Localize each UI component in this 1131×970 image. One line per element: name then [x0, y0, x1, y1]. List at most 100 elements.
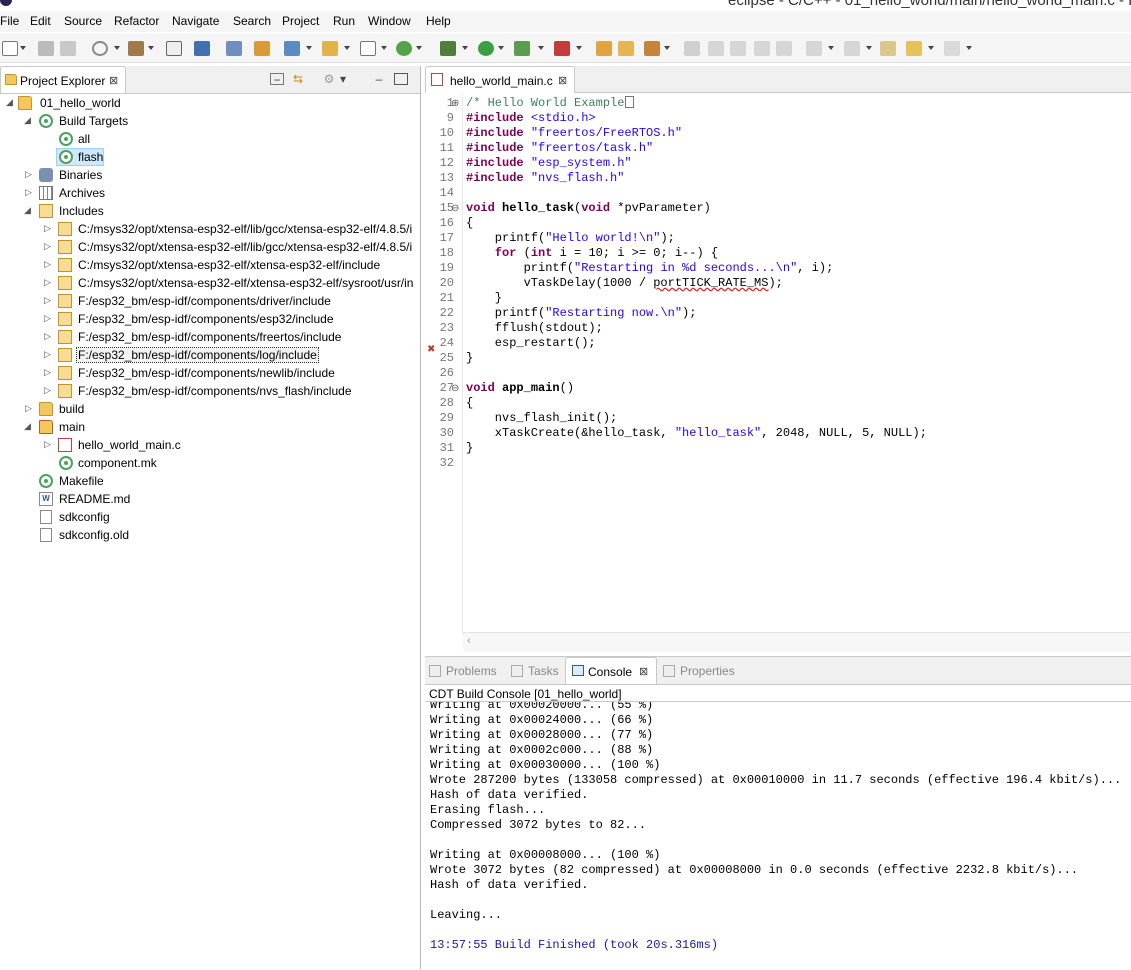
next-annotation-icon[interactable] [806, 41, 822, 56]
code-line[interactable]: void app_main() [466, 381, 574, 395]
code-line[interactable]: #include <stdio.h> [466, 111, 596, 125]
collapsed-arrow-icon[interactable]: ▷ [44, 313, 52, 324]
collapse-all-icon[interactable]: − [270, 73, 284, 86]
collapsed-arrow-icon[interactable]: ▷ [44, 259, 52, 270]
code-line[interactable]: #include "freertos/task.h" [466, 141, 653, 155]
close-icon[interactable]: ⊠ [558, 74, 567, 87]
view-menu-dropdown-icon[interactable]: ▾ [336, 73, 350, 85]
view-menu-icon[interactable]: ⚙ [322, 73, 336, 85]
search-dropdown-icon[interactable] [664, 46, 670, 50]
editor-horizontal-scrollbar[interactable]: ‹ [463, 632, 1131, 652]
menu-search[interactable]: Search [233, 14, 271, 28]
profile-icon[interactable] [554, 41, 570, 56]
toggle-mark-icon[interactable] [684, 41, 700, 56]
build-dropdown-icon[interactable] [148, 46, 154, 50]
code-line[interactable]: for (int i = 10; i >= 0; i--) { [466, 246, 718, 260]
collapsed-arrow-icon[interactable]: ▷ [25, 187, 33, 198]
code-line[interactable]: nvs_flash_init(); [466, 411, 617, 425]
editor-text-area[interactable]: 1 9 10 11 12 13 14 15 16 17 18 19 20 21 22 23 24 25 26 27 28… [425, 94, 1131, 634]
run-config-dropdown-icon[interactable] [416, 46, 422, 50]
toggle-highlight-icon[interactable] [708, 41, 724, 56]
new-dropdown-icon[interactable] [20, 46, 26, 50]
settings-dropdown-icon[interactable] [114, 46, 120, 50]
collapsed-arrow-icon[interactable]: ▷ [44, 385, 52, 396]
expanded-arrow-icon[interactable]: ◢ [24, 421, 32, 432]
collapsed-arrow-icon[interactable]: ▷ [44, 241, 52, 252]
run-dropdown-icon[interactable] [498, 46, 504, 50]
prev-annotation-icon[interactable] [844, 41, 860, 56]
menu-file[interactable]: File [0, 14, 19, 28]
forward-dropdown-icon[interactable] [966, 46, 972, 50]
tab-console[interactable]: Console ⊠ [565, 657, 657, 684]
debug-dropdown-icon[interactable] [462, 46, 468, 50]
code-line[interactable]: void hello_task(void *pvParameter) [466, 201, 711, 215]
new-folder-dropdown-icon[interactable] [344, 46, 350, 50]
prev-annotation-dropdown-icon[interactable] [866, 46, 872, 50]
new-source-dropdown-icon[interactable] [381, 46, 387, 50]
back-arrow-icon[interactable] [906, 41, 922, 56]
expanded-arrow-icon[interactable]: ◢ [24, 115, 32, 126]
tab-tasks[interactable]: Tasks [511, 664, 559, 678]
code-line[interactable]: printf("Hello world!\n"); [466, 231, 675, 245]
menu-source[interactable]: Source [64, 14, 102, 28]
menu-window[interactable]: Window [368, 14, 411, 28]
tree-node-target-flash[interactable]: flash [56, 148, 104, 166]
code-line[interactable]: esp_restart(); [466, 336, 596, 350]
link-with-editor-icon[interactable]: ⇆ [291, 73, 305, 85]
code-line[interactable]: } [466, 441, 473, 455]
run-icon[interactable] [478, 41, 494, 56]
tab-project-explorer[interactable]: Project Explorer ⊠ [0, 66, 126, 93]
collapsed-arrow-icon[interactable]: ▷ [44, 295, 52, 306]
code-line[interactable]: vTaskDelay(1000 / portTICK_RATE_MS); [466, 276, 783, 290]
new-folder-icon[interactable] [322, 41, 338, 56]
save-icon[interactable] [38, 41, 54, 56]
folded-comment-icon[interactable] [625, 96, 635, 108]
code-line[interactable]: #include "esp_system.h" [466, 156, 632, 170]
minimize-icon[interactable]: ‒ [372, 73, 386, 85]
expanded-arrow-icon[interactable]: ◢ [6, 97, 14, 108]
settings-icon[interactable] [92, 41, 108, 56]
close-icon[interactable]: ⊠ [639, 665, 648, 678]
fold-minus-icon[interactable]: ⊖ [451, 203, 459, 214]
search-flashlight-icon[interactable] [644, 41, 660, 56]
menu-run[interactable]: Run [333, 14, 355, 28]
code-line[interactable]: printf("Restarting in %d seconds...\n", … [466, 261, 834, 275]
tab-problems[interactable]: Problems [429, 664, 497, 678]
new-class-icon[interactable] [284, 41, 300, 56]
collapsed-arrow-icon[interactable]: ▷ [44, 277, 52, 288]
collapsed-arrow-icon[interactable]: ▷ [44, 331, 52, 342]
scroll-left-icon[interactable]: ‹ [467, 635, 471, 647]
open-type-icon[interactable] [596, 41, 612, 56]
code-line[interactable]: } [466, 351, 473, 365]
collapsed-arrow-icon[interactable]: ▷ [44, 367, 52, 378]
collapsed-arrow-icon[interactable]: ▷ [25, 403, 33, 414]
last-edit-icon[interactable] [880, 41, 896, 56]
debug-icon[interactable] [440, 41, 456, 56]
maximize-icon[interactable] [394, 73, 408, 85]
back-dropdown-icon[interactable] [928, 46, 934, 50]
show-whitespace-icon[interactable] [754, 41, 770, 56]
menu-edit[interactable]: Edit [30, 14, 51, 28]
menu-refactor[interactable]: Refactor [114, 14, 159, 28]
external-tools-dropdown-icon[interactable] [538, 46, 544, 50]
code-line[interactable]: /* Hello World Example [466, 96, 635, 110]
save-all-icon[interactable] [60, 41, 76, 56]
code-line[interactable]: { [466, 216, 473, 230]
close-icon[interactable]: ⊠ [109, 74, 118, 87]
tab-properties[interactable]: Properties [663, 664, 735, 678]
menu-help[interactable]: Help [426, 14, 451, 28]
build-hammer-icon[interactable] [128, 41, 144, 56]
collapsed-arrow-icon[interactable]: ▷ [44, 439, 52, 450]
fold-minus-icon[interactable]: ⊖ [451, 383, 459, 394]
new-project-icon[interactable] [254, 41, 270, 56]
code-line[interactable]: xTaskCreate(&hello_task, "hello_task", 2… [466, 426, 927, 440]
next-annotation-dropdown-icon[interactable] [828, 46, 834, 50]
new-source-file-icon[interactable] [360, 41, 376, 56]
new-class-dropdown-icon[interactable] [306, 46, 312, 50]
collapsed-arrow-icon[interactable]: ▷ [44, 349, 52, 360]
fold-plus-icon[interactable]: ⊕ [451, 98, 459, 109]
debug-bug-icon[interactable] [194, 41, 210, 56]
open-element-icon[interactable] [618, 41, 634, 56]
code-line[interactable]: { [466, 396, 473, 410]
code-line[interactable]: #include "nvs_flash.h" [466, 171, 624, 185]
